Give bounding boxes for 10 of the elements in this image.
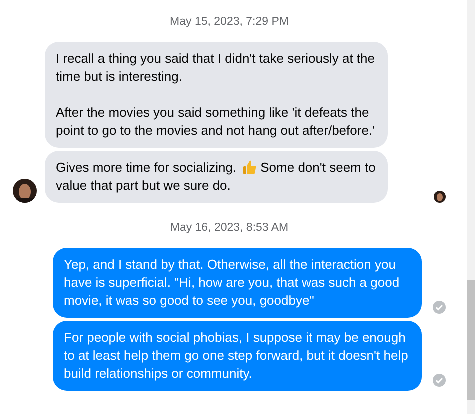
message-bubble: Gives more time for socializing. Some don't seem to value that part but we sure do. — [45, 151, 388, 203]
avatar[interactable] — [13, 179, 37, 203]
message-bubble: Yep, and I stand by that. Otherwise, all the interaction you have is superficial. "Hi, how are you, that was such a good movie, it was so good to see you, goodbye" — [53, 248, 422, 318]
message-bubble: For people with social phobias, I suppose it may be enough to at least help them go one step forward, but it doesn't help build relationships or community. — [53, 321, 422, 391]
message-bubble: I recall a thing you said that I didn't take seriously at the time but is interesting. After the movies you said something like 'it defeats the point to go to the movies and not hang out after/before.' — [45, 42, 388, 148]
timestamp: May 16, 2023, 8:53 AM — [170, 222, 289, 234]
thumbs-up-icon — [242, 160, 257, 175]
scrollbar[interactable] — [467, 0, 475, 414]
scroll-thumb[interactable] — [467, 280, 475, 400]
timestamp: May 15, 2023, 7:29 PM — [170, 16, 289, 28]
